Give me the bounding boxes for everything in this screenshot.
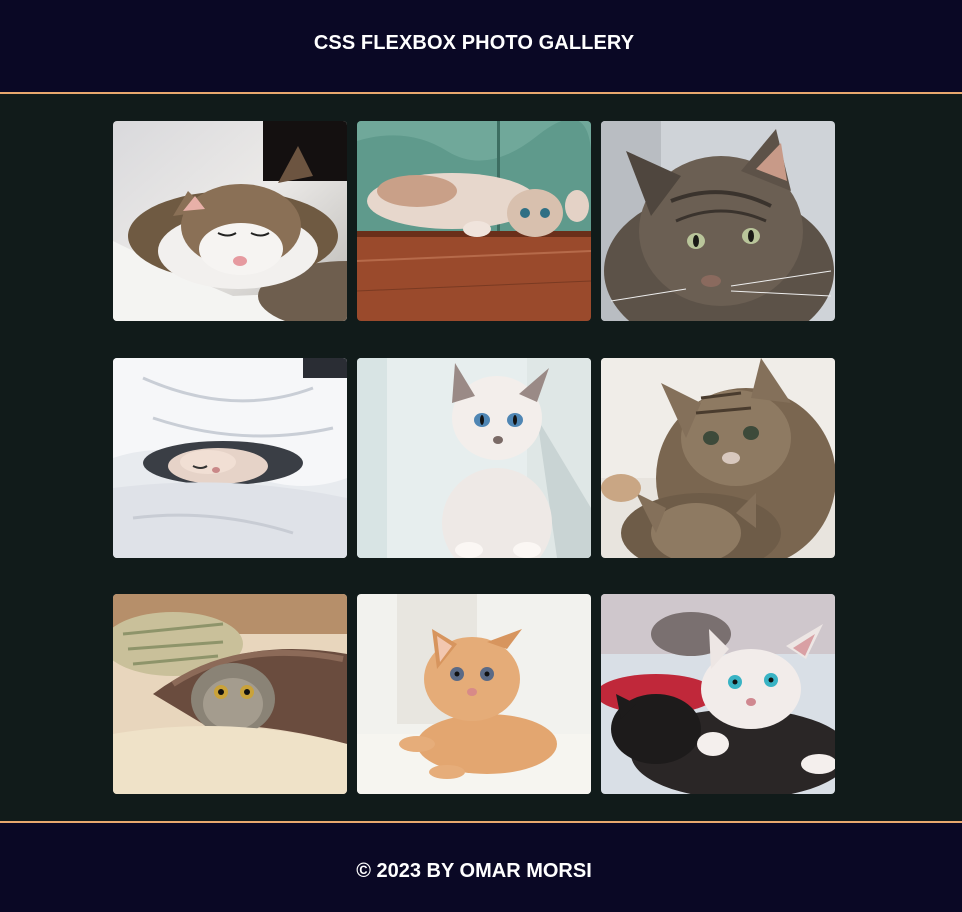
gallery-photo-6[interactable] (601, 358, 835, 558)
page-header: CSS FLEXBOX PHOTO GALLERY (0, 0, 962, 94)
photo-gallery (113, 121, 835, 794)
gallery-photo-1[interactable] (113, 121, 347, 321)
gallery-photo-8[interactable] (357, 594, 591, 794)
page-footer: © 2023 BY OMAR MORSI (0, 821, 962, 912)
footer-copyright: © 2023 BY OMAR MORSI (356, 860, 592, 882)
gallery-photo-5[interactable] (357, 358, 591, 558)
page-title: CSS FLEXBOX PHOTO GALLERY (313, 32, 635, 54)
gallery-photo-3[interactable] (601, 121, 835, 321)
gallery-photo-2[interactable] (357, 121, 591, 321)
gallery-photo-4[interactable] (113, 358, 347, 558)
gallery-photo-7[interactable] (113, 594, 347, 794)
gallery-photo-9[interactable] (601, 594, 835, 794)
